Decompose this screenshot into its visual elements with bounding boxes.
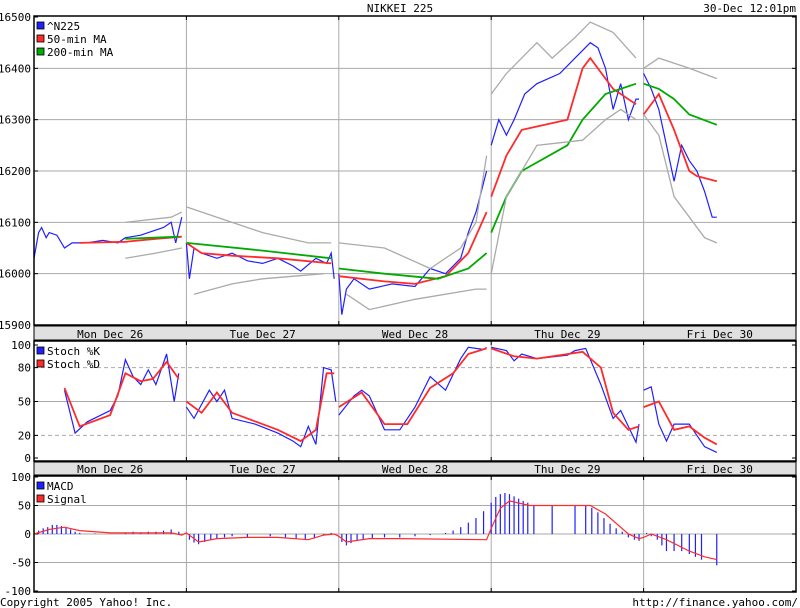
- legend-label: Stoch %K: [47, 345, 100, 358]
- y-tick-label: 0: [24, 528, 31, 541]
- stoch-panel: 100 80 50 20 0 Stoch %KStoch %D: [11, 339, 797, 465]
- y-tick-label: 100: [11, 339, 31, 352]
- legend-swatch: [36, 494, 45, 503]
- y-tick-label: 16200: [0, 165, 31, 178]
- date-axis-bar: Mon Dec 26 Tue Dec 27 Wed Dec 28 Thu Dec 29…: [33, 461, 797, 476]
- source-url[interactable]: http://finance.yahoo.com/: [632, 596, 798, 608]
- y-tick-label: 50: [18, 500, 31, 513]
- y-tick-label: 16300: [0, 114, 31, 127]
- day-label: Wed Dec 28: [382, 463, 448, 476]
- y-tick-label: 16100: [0, 216, 31, 229]
- day-label: Fri Dec 30: [687, 463, 753, 476]
- legend-label: MACD: [47, 480, 74, 493]
- legend-label: ^N225: [47, 20, 80, 33]
- day-label: Mon Dec 26: [77, 463, 143, 476]
- y-tick-label: 100: [11, 471, 31, 484]
- macd-panel: 100 50 0 -50 -100 MACDSignal: [5, 471, 797, 598]
- day-label: Thu Dec 29: [534, 463, 600, 476]
- day-label: Tue Dec 27: [229, 463, 295, 476]
- legend-label: 200-min MA: [47, 46, 114, 59]
- legend-label: 50-min MA: [47, 33, 107, 46]
- date-axis-bar: Mon Dec 26 Tue Dec 27 Wed Dec 28 Thu Dec 29…: [33, 325, 797, 341]
- legend-swatch: [36, 21, 45, 30]
- y-tick-label: 50: [18, 396, 31, 409]
- nikkei-chart: NIKKEI 225 30-Dec 12:01pm Copyright 2005…: [0, 2, 798, 608]
- legend-swatch: [36, 359, 45, 368]
- legend-swatch: [36, 346, 45, 355]
- y-tick-label: 16400: [0, 62, 31, 75]
- legend-label: Signal: [47, 493, 87, 506]
- day-label: Mon Dec 26: [77, 328, 143, 341]
- chart-title: NIKKEI 225: [367, 2, 433, 15]
- day-label: Wed Dec 28: [382, 328, 448, 341]
- y-tick-label: 20: [18, 429, 31, 442]
- y-tick-label: -50: [11, 557, 31, 570]
- legend-swatch: [36, 34, 45, 43]
- day-label: Fri Dec 30: [687, 328, 753, 341]
- timestamp: 30-Dec 12:01pm: [703, 2, 796, 15]
- legend-label: Stoch %D: [47, 358, 100, 371]
- y-tick-label: 0: [24, 452, 31, 465]
- y-tick-label: 16500: [0, 11, 31, 24]
- price-panel: 16500 16400 16300 16200 16100 16000 15900 ^N225…: [0, 11, 797, 332]
- y-tick-label: 16000: [0, 268, 31, 281]
- y-tick-label: -100: [5, 585, 32, 598]
- legend-swatch: [36, 481, 45, 490]
- legend-swatch: [36, 47, 45, 56]
- day-label: Tue Dec 27: [229, 328, 295, 341]
- y-tick-label: 80: [18, 362, 31, 375]
- day-label: Thu Dec 29: [534, 328, 600, 341]
- y-tick-label: 15900: [0, 319, 31, 332]
